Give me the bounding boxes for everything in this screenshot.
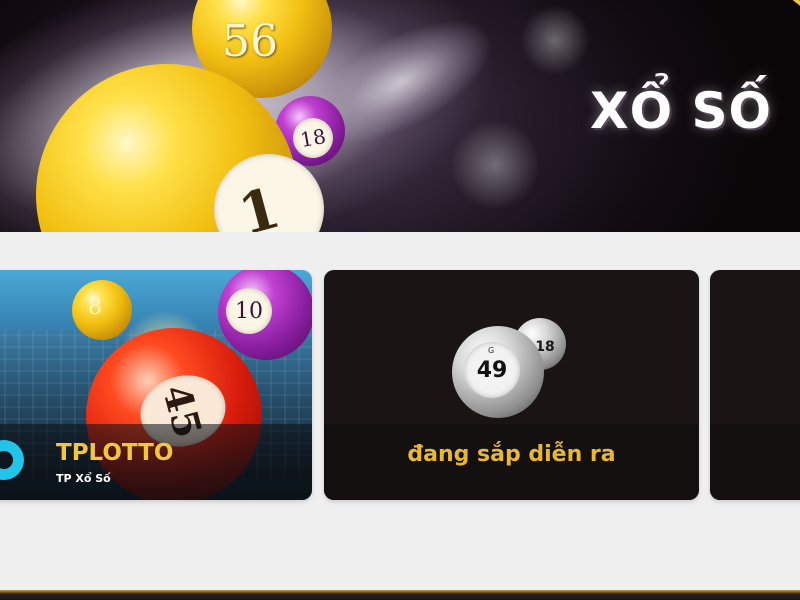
ball-letter: G xyxy=(488,346,495,355)
bokeh-light xyxy=(520,5,590,75)
bokeh-light xyxy=(450,120,540,210)
banner-corner-accent xyxy=(711,0,800,11)
card-subtitle: TP Xổ Số xyxy=(56,472,111,485)
tp-logo-icon xyxy=(0,440,24,480)
card-footer xyxy=(710,424,800,500)
lottery-ball-8: 8 xyxy=(72,280,132,340)
lottery-ball-49: G 49 xyxy=(452,326,544,418)
lottery-page: 56 18 1 XỔ SỐ 8 10 45 TPLOTTO TP Xổ Số 1… xyxy=(0,0,800,600)
ball-number: 18 xyxy=(298,123,328,153)
ball-number: 10 xyxy=(235,298,263,324)
card-status: đang sắp diễn ra xyxy=(407,442,616,467)
lottery-ball-10: 10 xyxy=(218,270,312,360)
ball-number: 49 xyxy=(476,357,508,383)
game-card-partial[interactable] xyxy=(710,270,800,500)
game-card-upcoming[interactable]: 18 G 49 đang sắp diễn ra xyxy=(324,270,699,500)
lottery-banner: 56 18 1 XỔ SỐ xyxy=(0,0,800,232)
card-title: TPLOTTO xyxy=(56,440,174,466)
ball-number: 1 xyxy=(231,174,287,232)
bottom-bar xyxy=(0,590,800,600)
game-card-tplotto[interactable]: 8 10 45 TPLOTTO TP Xổ Số xyxy=(0,270,312,500)
ball-number: 8 xyxy=(88,294,102,320)
banner-title: XỔ SỐ xyxy=(590,82,772,140)
ball-number: 56 xyxy=(222,16,278,67)
